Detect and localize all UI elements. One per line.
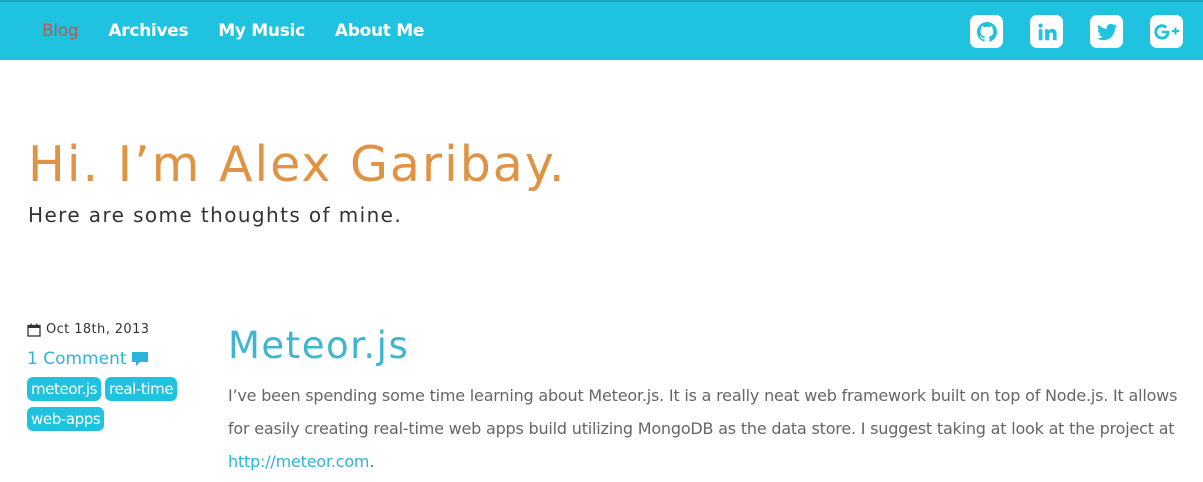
post-date-text: Oct 18th, 2013 — [46, 322, 150, 337]
tag-real-time[interactable]: real-time — [105, 377, 178, 401]
post-meta: Oct 18th, 2013 1 Comment meteor.js real-… — [27, 322, 207, 431]
hero-title: Hi. I’m Alex Garibay. — [28, 136, 567, 193]
tag-meteor-js[interactable]: meteor.js — [27, 377, 102, 401]
linkedin-icon[interactable] — [1030, 15, 1063, 48]
calendar-icon — [27, 323, 41, 337]
nav-item-blog[interactable]: Blog — [27, 21, 93, 41]
post-date: Oct 18th, 2013 — [27, 322, 207, 337]
main-nav: Blog Archives My Music About Me — [27, 2, 439, 60]
post-excerpt-text: I’ve been spending some time learning ab… — [228, 386, 1178, 438]
comments-link[interactable]: 1 Comment — [27, 349, 207, 369]
post: Meteor.js I’ve been spending some time l… — [228, 323, 1188, 478]
post-excerpt: I’ve been spending some time learning ab… — [228, 379, 1188, 478]
tag-list: meteor.js real-time web-apps — [27, 377, 192, 431]
hero-subtitle: Here are some thoughts of mine. — [28, 203, 403, 227]
social-links — [970, 15, 1183, 48]
comments-count: 1 Comment — [27, 349, 127, 369]
post-title[interactable]: Meteor.js — [228, 323, 1188, 369]
github-icon[interactable] — [970, 15, 1003, 48]
nav-item-about-me[interactable]: About Me — [320, 21, 439, 41]
twitter-icon[interactable] — [1090, 15, 1123, 48]
comment-bubble-icon — [131, 352, 148, 366]
google-plus-icon[interactable] — [1150, 15, 1183, 48]
tag-web-apps[interactable]: web-apps — [27, 407, 105, 431]
nav-item-archives[interactable]: Archives — [93, 21, 203, 41]
nav-item-my-music[interactable]: My Music — [203, 21, 320, 41]
hero: Hi. I’m Alex Garibay. Here are some thou… — [28, 135, 566, 227]
post-excerpt-end: . — [369, 452, 375, 471]
meteor-link[interactable]: http://meteor.com — [228, 452, 370, 471]
top-navbar: Blog Archives My Music About Me — [0, 0, 1203, 60]
